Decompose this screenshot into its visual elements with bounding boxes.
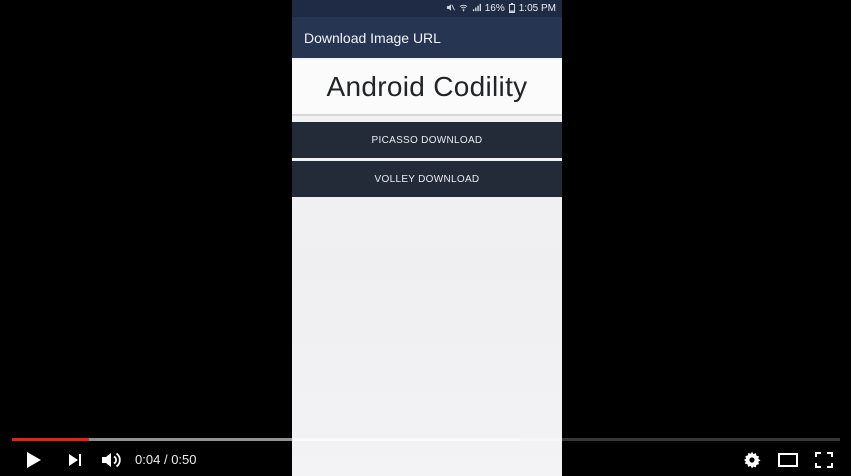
progress-bar[interactable] [12, 438, 840, 441]
next-button[interactable] [63, 448, 87, 472]
title-card: Android Codility [292, 60, 562, 116]
current-time: 0:04 [135, 452, 161, 467]
video-frame: 16% 1:05 PM Download Image URL Android C… [292, 0, 562, 476]
picasso-download-button[interactable]: PICASSO DOWNLOAD [292, 122, 562, 158]
settings-button[interactable] [740, 448, 764, 472]
theater-mode-button[interactable] [776, 448, 800, 472]
mute-icon [446, 3, 455, 14]
android-status-bar: 16% 1:05 PM [292, 0, 562, 17]
video-player[interactable]: 16% 1:05 PM Download Image URL Android C… [0, 0, 851, 476]
theater-mode-icon [778, 453, 798, 467]
fullscreen-icon [815, 452, 833, 468]
app-bar-title: Download Image URL [304, 29, 441, 46]
battery-icon [508, 2, 515, 15]
status-time: 1:05 PM [518, 3, 556, 14]
app-bar: Download Image URL [292, 17, 562, 58]
time-display: 0:04 / 0:50 [135, 452, 197, 467]
volume-button[interactable] [99, 448, 123, 472]
wifi-icon [459, 3, 468, 14]
next-icon [67, 452, 83, 468]
play-icon [26, 451, 42, 469]
battery-percent: 16% [484, 3, 505, 14]
player-controls: 0:04 / 0:50 [0, 444, 851, 476]
duration: 0:50 [171, 452, 197, 467]
fullscreen-button[interactable] [812, 448, 836, 472]
progress-played [12, 438, 89, 441]
volume-icon [100, 451, 122, 469]
time-separator: / [163, 452, 168, 467]
volley-download-button[interactable]: VOLLEY DOWNLOAD [292, 161, 562, 197]
settings-icon [743, 451, 761, 469]
play-button[interactable] [22, 448, 46, 472]
content-title: Android Codility [326, 71, 528, 102]
signal-icon [472, 3, 481, 14]
